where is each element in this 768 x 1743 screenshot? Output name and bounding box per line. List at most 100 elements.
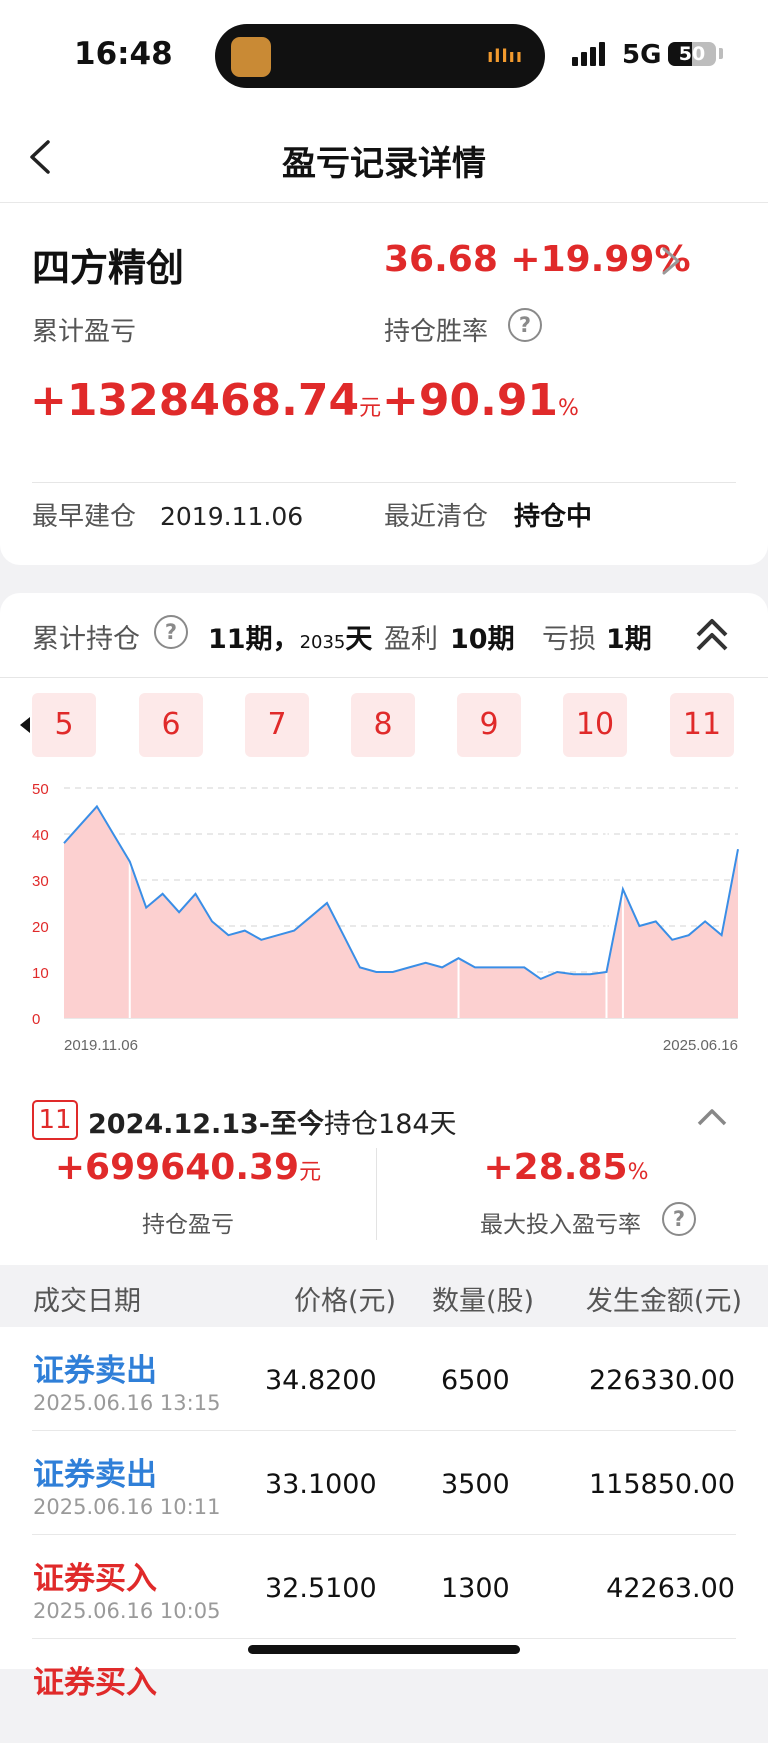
trade-amount: 42263.00 [606,1573,735,1604]
period-tabs: 5 6 7 8 9 10 11 [0,693,768,763]
col-date: 成交日期 [33,1279,141,1318]
chevron-up-icon[interactable] [696,1105,728,1129]
trade-type: 证券卖出 [33,1449,157,1494]
audio-wave-icon: ıllıı [487,46,523,67]
y-tick-label: 50 [32,781,49,798]
y-tick-label: 0 [32,1011,40,1028]
y-tick-label: 40 [32,827,49,844]
period-dates: 2024.12.13-至今 [88,1109,324,1140]
period-hold: 持仓184天 [324,1109,457,1140]
last-clear-label: 最近清仓 [384,479,488,555]
signal-icon [572,42,608,66]
trade-datetime: 2025.06.16 10:05 [33,1599,220,1623]
stock-name[interactable]: 四方精创 [32,237,184,292]
win-rate-value: +90.91 [382,375,558,426]
table-row[interactable]: 证券买入 [0,1639,768,1743]
table-row[interactable]: 证券买入 2025.06.16 10:05 32.5100 1300 42263… [0,1535,768,1639]
period-summary-bar[interactable]: 累计持仓 ? 11期，2035天 盈利 10期 亏损 1期 [0,593,768,678]
status-bar: 16:48 ıllıı 5G 50 [0,0,768,110]
position-chart[interactable]: 50 40 30 20 10 0 2019.11.06 2025.06.16 [0,773,768,1073]
trade-qty: 1300 [441,1573,510,1604]
battery-level: 50 [668,42,716,66]
table-header: 成交日期 价格(元) 数量(股) 发生金额(元) [0,1265,768,1327]
cum-pnl-label: 累计盈亏 [32,311,136,348]
trade-price: 33.1000 [265,1469,377,1500]
period-badge: 11 [32,1100,78,1140]
y-tick-label: 10 [32,965,49,982]
hold-label: 累计持仓 [32,617,140,656]
period-pnl: +699640.39元 [0,1147,376,1188]
col-qty: 数量(股) [432,1279,534,1318]
help-icon[interactable]: ? [508,308,542,342]
y-tick-label: 20 [32,919,49,936]
battery-icon: 50 [668,42,716,66]
col-price: 价格(元) [294,1279,396,1318]
period-pnl-value: +699640.39 [55,1147,299,1188]
first-open-label: 最早建仓 [32,479,136,555]
tab-period-7[interactable]: 7 [245,693,309,757]
trade-price: 32.5100 [265,1573,377,1604]
tab-period-5[interactable]: 5 [32,693,96,757]
hold-count-periods: 11期， [208,624,300,655]
trade-qty: 3500 [441,1469,510,1500]
tab-period-6[interactable]: 6 [139,693,203,757]
tab-period-11[interactable]: 11 [670,693,734,757]
trade-type: 证券买入 [33,1657,157,1702]
series-area [64,806,738,1018]
table-row[interactable]: 证券卖出 2025.06.16 13:15 34.8200 6500 22633… [0,1327,768,1431]
cum-pnl-value: +1328468.74 [30,375,359,426]
win-rate-label: 持仓胜率 [384,311,488,348]
app-icon [231,37,271,77]
hold-days-num: 2035 [300,632,346,653]
period-pnl-label: 持仓盈亏 [0,1205,376,1239]
help-icon[interactable]: ? [154,615,188,649]
trade-datetime: 2025.06.16 13:15 [33,1391,220,1415]
summary-card: 四方精创 36.68 +19.99% 累计盈亏 持仓胜率 ? +1328468.… [0,203,768,565]
x-end-label: 2025.06.16 [663,1037,738,1054]
chevron-right-icon[interactable] [660,243,682,279]
tab-period-10[interactable]: 10 [563,693,627,757]
home-indicator[interactable] [248,1645,520,1654]
stock-price[interactable]: 36.68 +19.99% [384,239,691,280]
page-title: 盈亏记录详情 [0,136,768,185]
period-max-rate-unit: % [628,1160,649,1185]
win-rate-unit: % [558,396,579,421]
vertical-divider [376,1148,377,1240]
dynamic-island[interactable]: ıllıı [215,24,545,88]
profit-label: 盈利 [384,617,438,656]
win-rate: +90.91% [382,375,579,426]
triangle-left-icon[interactable] [18,715,32,735]
trade-type: 证券买入 [33,1553,157,1598]
battery-tip [719,48,723,59]
x-start-label: 2019.11.06 [64,1037,138,1054]
period-max-rate: +28.85% [376,1147,756,1188]
nav-bar: 盈亏记录详情 [0,110,768,203]
period-pnl-unit: 元 [299,1160,321,1185]
status-time: 16:48 [74,36,173,72]
hold-count: 11期，2035天 [208,617,372,656]
last-clear-value: 持仓中 [514,479,592,555]
period-card: 累计持仓 ? 11期，2035天 盈利 10期 亏损 1期 5 6 7 8 9 … [0,593,768,1669]
tab-period-9[interactable]: 9 [457,693,521,757]
y-tick-label: 30 [32,873,49,890]
trade-datetime: 2025.06.16 10:11 [33,1495,220,1519]
trade-price: 34.8200 [265,1365,377,1396]
trade-amount: 115850.00 [589,1469,735,1500]
profit-value: 10期 [450,617,515,656]
table-row[interactable]: 证券卖出 2025.06.16 10:11 33.1000 3500 11585… [0,1431,768,1535]
network-type: 5G [622,40,661,70]
collapse-up-icon[interactable] [694,615,730,655]
period-range: 2024.12.13-至今持仓184天 [88,1102,457,1141]
trade-amount: 226330.00 [589,1365,735,1396]
col-amount: 发生金额(元) [586,1279,742,1318]
period-max-rate-label: 最大投入盈亏率 [480,1205,641,1239]
trade-type: 证券卖出 [33,1345,157,1390]
help-icon[interactable]: ? [662,1202,696,1236]
tab-period-8[interactable]: 8 [351,693,415,757]
period-max-rate-value: +28.85 [484,1147,628,1188]
loss-label: 亏损 [542,617,596,656]
loss-value: 1期 [606,617,652,656]
hold-days-unit: 天 [345,624,372,655]
trade-qty: 6500 [441,1365,510,1396]
first-open-value: 2019.11.06 [160,479,303,555]
